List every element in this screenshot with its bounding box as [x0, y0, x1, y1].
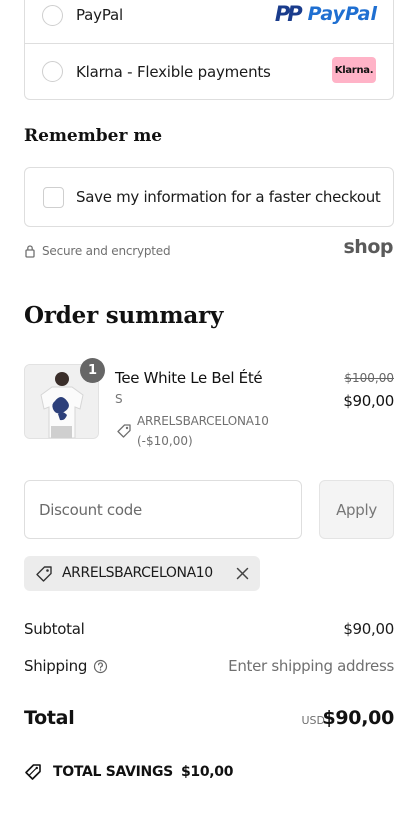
order-summary-heading: Order summary — [24, 302, 224, 329]
quantity-badge: 1 — [80, 358, 105, 383]
paypal-logo: PP PayPal — [275, 1, 377, 27]
klarna-radio[interactable] — [42, 61, 63, 82]
payment-option-paypal[interactable]: PayPal PP PayPal — [25, 0, 393, 40]
help-icon[interactable] — [93, 659, 108, 674]
total-value: $90,00 — [322, 707, 394, 729]
shipping-value: Enter shipping address — [228, 657, 394, 675]
klarna-logo: Klarna. — [332, 57, 376, 83]
klarna-label: Klarna - Flexible payments — [76, 62, 271, 81]
remember-me-heading: Remember me — [24, 126, 163, 146]
savings-value: $10,00 — [180, 764, 234, 780]
paypal-mark-icon: PP — [274, 2, 303, 26]
save-info-label[interactable]: Save my information for a faster checkou… — [76, 188, 381, 206]
total-label: Total — [24, 707, 75, 729]
item-discount-amount: (-$10,00) — [137, 434, 193, 448]
secure-text: Secure and encrypted — [42, 244, 171, 258]
shipping-label-row: Shipping — [24, 657, 108, 675]
payment-option-klarna[interactable]: Klarna - Flexible payments Klarna. — [25, 43, 393, 99]
total-currency: USD — [301, 714, 325, 727]
original-price: $100,00 — [344, 371, 394, 385]
item-name: Tee White Le Bel Été — [115, 369, 263, 387]
subtotal-value: $90,00 — [343, 620, 394, 638]
paypal-logo-text: PayPal — [307, 3, 377, 25]
savings-label: TOTAL SAVINGS — [53, 764, 173, 780]
discount-code-input[interactable] — [24, 480, 302, 539]
tag-icon — [36, 566, 52, 582]
savings-tag-icon — [25, 764, 41, 780]
paypal-radio[interactable] — [42, 4, 63, 26]
shop-logo: shop — [343, 236, 394, 258]
lock-icon — [25, 245, 35, 258]
item-discount-code: ARRELSBARCELONA10 — [137, 414, 269, 428]
total-savings: TOTAL SAVINGS $10,00 — [24, 763, 233, 781]
shipping-label: Shipping — [24, 657, 88, 675]
item-variant: S — [115, 392, 123, 406]
subtotal-label: Subtotal — [24, 620, 85, 638]
secure-notice: Secure and encrypted — [24, 244, 171, 258]
save-info-checkbox[interactable] — [43, 187, 64, 208]
paypal-label: PayPal — [76, 6, 123, 24]
discount-tag-icon — [117, 424, 131, 438]
item-price: $90,00 — [343, 392, 394, 410]
remove-code-close-icon[interactable] — [235, 566, 250, 581]
apply-button[interactable]: Apply — [319, 480, 394, 539]
applied-code-label: ARRELSBARCELONA10 — [62, 565, 213, 581]
payment-options-card: PayPal PP PayPal Klarna - Flexible payme… — [24, 0, 394, 100]
applied-code-chip: ARRELSBARCELONA10 — [24, 556, 260, 591]
remember-me-box[interactable]: Save my information for a faster checkou… — [24, 167, 394, 227]
